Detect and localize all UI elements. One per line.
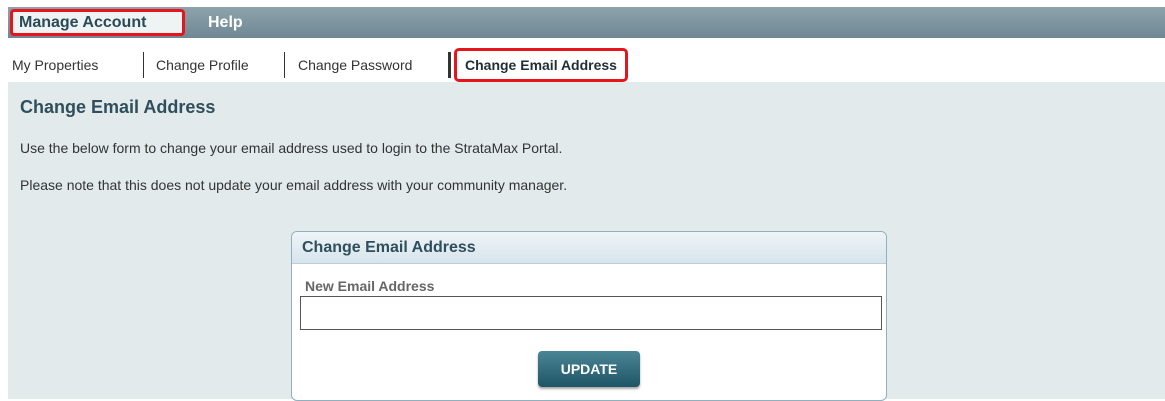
- page-frame: Manage Account Help My Properties Change…: [8, 7, 1165, 401]
- page-title: Change Email Address: [20, 97, 216, 117]
- new-email-input[interactable]: [300, 296, 882, 330]
- description-login: Use the below form to change your email …: [20, 140, 563, 156]
- subnav-change-password[interactable]: Change Password: [298, 54, 412, 76]
- new-email-label: New Email Address: [305, 278, 435, 294]
- subnav-change-email[interactable]: Change Email Address: [454, 48, 628, 82]
- subnav-change-profile[interactable]: Change Profile: [156, 54, 249, 76]
- change-email-panel: Change Email Address New Email Address U…: [291, 231, 887, 401]
- sub-nav: My Properties Change Profile Change Pass…: [8, 38, 1165, 82]
- subnav-separator: [143, 52, 144, 78]
- top-nav-bar: Manage Account Help: [8, 7, 1165, 38]
- subnav-separator: [284, 52, 285, 78]
- subnav-separator: [448, 52, 451, 78]
- panel-title: Change Email Address: [292, 232, 886, 264]
- tab-manage-account[interactable]: Manage Account: [10, 9, 185, 36]
- subnav-my-properties[interactable]: My Properties: [12, 54, 98, 76]
- description-note: Please note that this does not update yo…: [20, 177, 568, 193]
- update-button[interactable]: UPDATE: [538, 351, 640, 387]
- tab-help[interactable]: Help: [202, 9, 249, 36]
